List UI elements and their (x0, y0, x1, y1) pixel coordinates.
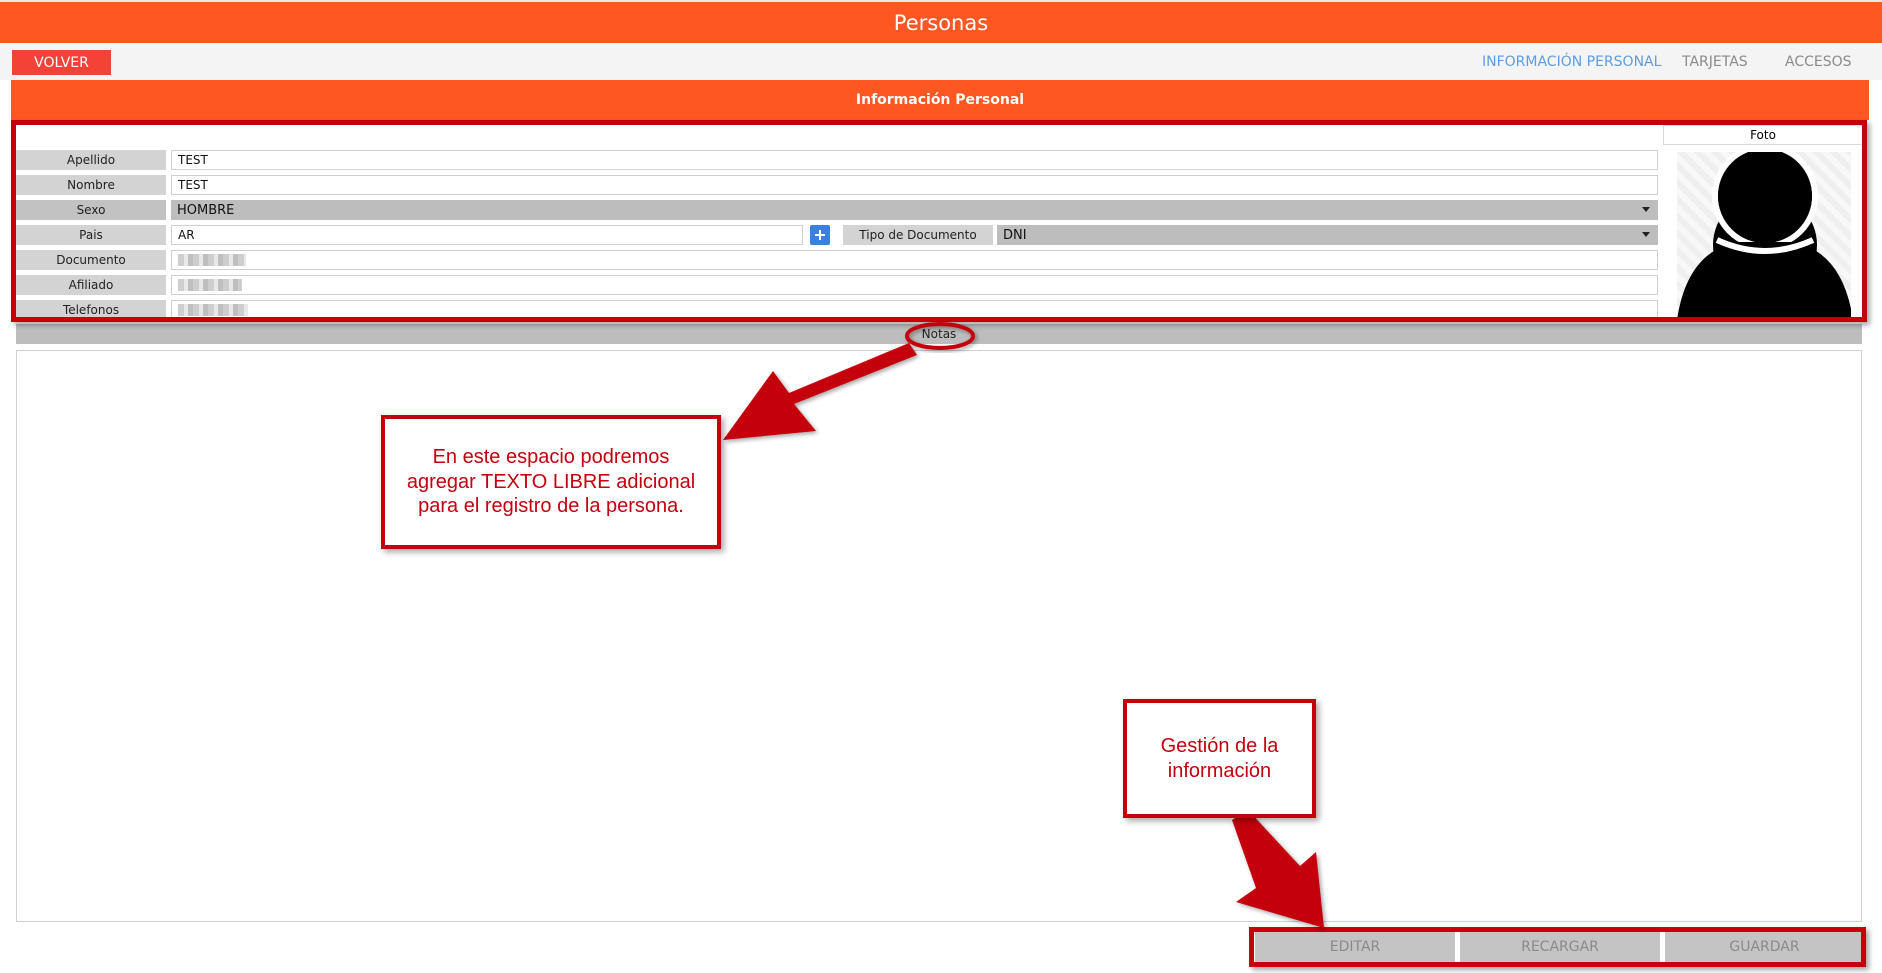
callout-notes-line-2: agregar TEXTO LIBRE adicional (406, 470, 696, 493)
notes-label: Notas (16, 324, 1862, 344)
notes-textarea[interactable] (16, 350, 1862, 922)
annotation-form-highlight (11, 120, 1867, 322)
annotation-callout-actions: Gestión de la información (1123, 699, 1316, 818)
back-button[interactable]: VOLVER (12, 50, 111, 75)
tab-tarjetas[interactable]: TARJETAS (1682, 54, 1748, 70)
callout-actions-line-1: Gestión de la (1160, 735, 1279, 758)
tab-informacion-personal[interactable]: INFORMACIÓN PERSONAL (1482, 54, 1661, 70)
annotation-callout-notes: En este espacio podremos agregar TEXTO L… (381, 415, 721, 549)
annotation-actions-highlight (1249, 927, 1866, 967)
callout-notes-line-1: En este espacio podremos (432, 446, 670, 469)
section-title: Información Personal (11, 80, 1869, 120)
tab-accesos[interactable]: ACCESOS (1785, 54, 1852, 70)
callout-actions-line-2: información (1167, 759, 1272, 782)
window-title: Personas (0, 0, 1882, 43)
callout-notes-line-3: para el registro de la persona. (418, 495, 684, 518)
toolbar: VOLVER INFORMACIÓN PERSONAL TARJETAS ACC… (0, 43, 1882, 80)
